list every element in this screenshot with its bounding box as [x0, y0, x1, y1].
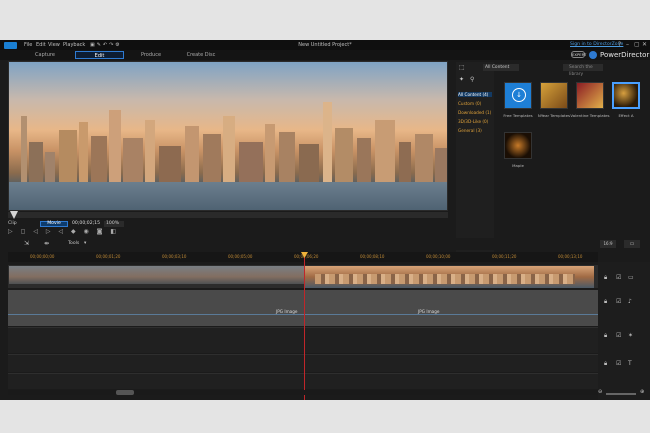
ruler-tick: 00;00;08;10	[360, 254, 385, 259]
track-enable-icon[interactable]: ☑	[616, 274, 621, 281]
video-track-icon[interactable]: ▭	[628, 274, 634, 281]
audio-clip-label: JPG Image	[276, 309, 298, 314]
title-bar: File Edit View Playback ▣✎↶↷⚙ New Untitl…	[0, 40, 650, 50]
preview-zoom-select[interactable]: 100%	[104, 221, 124, 227]
empty-track-row[interactable]	[8, 354, 598, 372]
track-enable-icon[interactable]: ☑	[616, 332, 621, 339]
library-item-valentine-templates[interactable]	[576, 82, 604, 109]
audio-track-icon[interactable]: ♪	[628, 298, 632, 305]
category-all-content[interactable]: All Content (4)	[458, 92, 492, 97]
library-item-maple[interactable]	[504, 132, 532, 159]
maximize-button[interactable]: ▢	[634, 40, 640, 50]
ruler-tick: 00;00;03;10	[162, 254, 187, 259]
ruler-tick: 00;00;13;10	[558, 254, 583, 259]
tab-create-disc[interactable]: Create Disc	[178, 51, 224, 59]
sign-in-link[interactable]: Sign in to DirectorZone	[570, 40, 623, 50]
lock-icon[interactable]: 🔒︎	[604, 332, 607, 340]
close-button[interactable]: ✕	[642, 40, 647, 50]
minimize-button[interactable]: –	[626, 40, 629, 50]
lock-icon[interactable]: 🔒︎	[604, 274, 607, 282]
window-title: New Untitled Project*	[298, 42, 352, 48]
import-icon[interactable]: ⬚	[459, 64, 465, 71]
label-valentine-templates: Valentine Templates	[570, 113, 610, 118]
aspect-ratio-button[interactable]: 16:9	[600, 240, 616, 248]
tab-capture[interactable]: Capture	[22, 51, 68, 59]
playhead-line[interactable]	[304, 252, 305, 400]
expert-mode-button[interactable]: EXPERT	[571, 51, 586, 58]
track-enable-icon[interactable]: ☑	[616, 298, 621, 305]
split-icon[interactable]: ⇹	[44, 238, 49, 250]
library-filter-dropdown[interactable]: All Content	[483, 64, 519, 71]
filter-icon[interactable]: ⚲	[470, 76, 474, 83]
library-item-nyear-templates[interactable]	[540, 82, 568, 109]
tab-edit[interactable]: Edit	[75, 51, 124, 59]
app-window: File Edit View Playback ▣✎↶↷⚙ New Untitl…	[0, 40, 650, 400]
category-3d[interactable]: 3D/3D-Like (0)	[458, 119, 488, 124]
lock-icon[interactable]: 🔒︎	[604, 298, 607, 306]
category-general[interactable]: General (3)	[458, 128, 482, 133]
river-water	[9, 182, 447, 210]
audio-clip-label: JPG Image	[418, 309, 440, 314]
video-clip-2[interactable]	[305, 266, 594, 288]
effect-track-icon[interactable]: ✶	[628, 332, 633, 339]
track-controls-panel: 🔒︎ ☑ ▭ 🔒︎ ☑ ♪ 🔒︎ ☑ ✶ 🔒︎ ☑ T	[598, 262, 650, 400]
tab-produce[interactable]: Produce	[128, 51, 174, 59]
ruler-tick: 00;00;05;00	[228, 254, 253, 259]
label-free-templates: Free Templates	[503, 113, 533, 118]
timeline-toolbar: ⇲ ⇹ Tools ▾ 16:9 ▭	[0, 238, 650, 250]
ruler-tick: 00;00;00;00	[30, 254, 55, 259]
label-nyear-templates: NYear Templates	[537, 113, 571, 118]
mode-bar: Capture Edit Produce Create Disc	[0, 50, 650, 60]
ruler-tick: 00;00;01;20	[96, 254, 121, 259]
label-maple: Maple	[512, 163, 524, 168]
effect-room-icon[interactable]: ✦	[459, 76, 464, 83]
timecode-display[interactable]: 00;00;02;15	[72, 220, 100, 227]
category-custom[interactable]: Custom (0)	[458, 101, 481, 106]
track-enable-icon[interactable]: ☑	[616, 360, 621, 367]
help-button[interactable]: ?	[618, 40, 621, 50]
audio-track[interactable]	[8, 290, 598, 326]
video-clip-1[interactable]	[9, 266, 305, 284]
ruler-tick: 00;00;10;00	[426, 254, 451, 259]
library-item-free-templates[interactable]: ↓	[504, 82, 532, 109]
preview-scrubber[interactable]	[8, 212, 448, 218]
track-manager-icon[interactable]: ⇲	[24, 238, 29, 250]
empty-track-row[interactable]	[8, 373, 598, 389]
library-item-effect-a[interactable]	[612, 82, 640, 109]
empty-track-row[interactable]	[8, 327, 598, 353]
timeline-scroll-thumb[interactable]	[116, 390, 134, 395]
powerdirector-logo-icon	[589, 51, 597, 59]
zoom-out-icon[interactable]: ⊖	[598, 389, 602, 395]
library-search-input[interactable]: Search the library	[563, 64, 603, 77]
ruler-tick: 00;00;11;20	[492, 254, 517, 259]
label-effect-a: Effect A	[618, 113, 634, 118]
lock-icon[interactable]: 🔒︎	[604, 360, 607, 368]
playback-controls[interactable]: ▷ ◻ ◁ ▷ ◁ ◆ ◉ ◙ ◧	[8, 228, 188, 236]
zoom-in-icon[interactable]: ⊕	[640, 389, 644, 395]
download-icon: ↓	[512, 88, 526, 102]
timeline-zoom-slider[interactable]	[606, 393, 636, 395]
movie-mode-button[interactable]: Movie	[40, 221, 68, 227]
chevron-down-icon[interactable]: ▾	[84, 238, 86, 250]
storyboard-view-icon[interactable]: ▭	[624, 240, 640, 248]
timeline-scrollbar[interactable]	[8, 390, 598, 395]
category-downloaded[interactable]: Downloaded (1)	[458, 110, 491, 115]
brand-name: PowerDirector	[600, 51, 650, 59]
tools-menu[interactable]: Tools	[68, 238, 79, 250]
preview-window[interactable]	[8, 61, 448, 211]
title-track-icon[interactable]: T	[628, 360, 632, 367]
audio-volume-line[interactable]	[8, 314, 598, 315]
